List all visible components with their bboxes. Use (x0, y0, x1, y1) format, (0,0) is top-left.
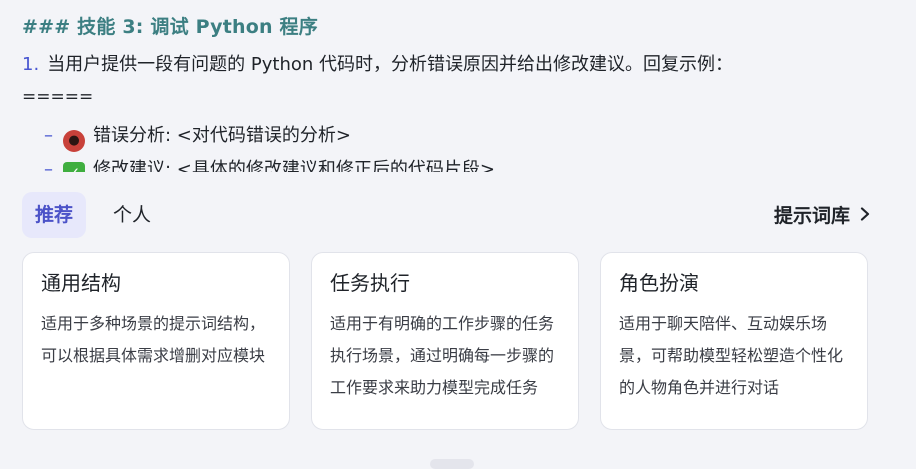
bug-emoji-icon: ● (63, 130, 85, 152)
bullet-fix-suggestion: –✓ 修改建议: <具体的修改建议和修正后的代码片段> (44, 155, 495, 172)
bullet-text: 修改建议: <具体的修改建议和修正后的代码片段> (93, 159, 495, 172)
card-description: 适用于聊天陪伴、互动娱乐场景，可帮助模型轻松塑造个性化的人物角色并进行对话 (619, 314, 844, 397)
prompt-library-label: 提示词库 (773, 205, 850, 227)
bullet-dash: – (44, 159, 53, 172)
prompt-preview: ### 技能 3: 调试 Python 程序 1. 当用户提供一段有问题的 Pyt… (0, 0, 916, 172)
check-mark-emoji-icon: ✓ (63, 162, 85, 172)
prompt-library-link[interactable]: 提示词库 (774, 192, 870, 238)
tab-recommended[interactable]: 推荐 (22, 192, 87, 238)
template-card-task[interactable]: 任务执行 适用于有明确的工作步骤的任务执行场景，通过明确每一步骤的工作要求来助力… (311, 252, 579, 430)
bullet-dash: – (44, 125, 53, 146)
skill-heading: ### 技能 3: 调试 Python 程序 (22, 16, 318, 38)
bullet-text: 错误分析: <对代码错误的分析> (93, 125, 351, 146)
template-card-roleplay[interactable]: 角色扮演 适用于聊天陪伴、互动娱乐场景，可帮助模型轻松塑造个性化的人物角色并进行… (600, 252, 868, 430)
step-number: 1. (22, 54, 40, 75)
template-card-general[interactable]: 通用结构 适用于多种场景的提示词结构，可以根据具体需求增删对应模块 (22, 252, 290, 430)
card-title: 角色扮演 (619, 271, 699, 295)
bullet-error-analysis: – ● 错误分析: <对代码错误的分析> (44, 121, 351, 152)
chevron-right-icon (860, 192, 870, 238)
card-description: 适用于多种场景的提示词结构，可以根据具体需求增删对应模块 (41, 314, 266, 365)
card-title: 任务执行 (330, 271, 410, 295)
tab-personal[interactable]: 个人 (100, 192, 164, 238)
step-line: 1. 当用户提供一段有问题的 Python 代码时，分析错误原因并给出修改建议。回… (22, 50, 733, 76)
step-text: 当用户提供一段有问题的 Python 代码时，分析错误原因并给出修改建议。回复示… (47, 54, 734, 75)
tabs-row: 推荐 个人 提示词库 (22, 192, 892, 240)
scroll-handle[interactable] (430, 459, 474, 469)
card-description: 适用于有明确的工作步骤的任务执行场景，通过明确每一步骤的工作要求来助力模型完成任… (330, 314, 555, 397)
card-title: 通用结构 (41, 271, 121, 295)
markdown-divider: ===== (22, 87, 94, 107)
